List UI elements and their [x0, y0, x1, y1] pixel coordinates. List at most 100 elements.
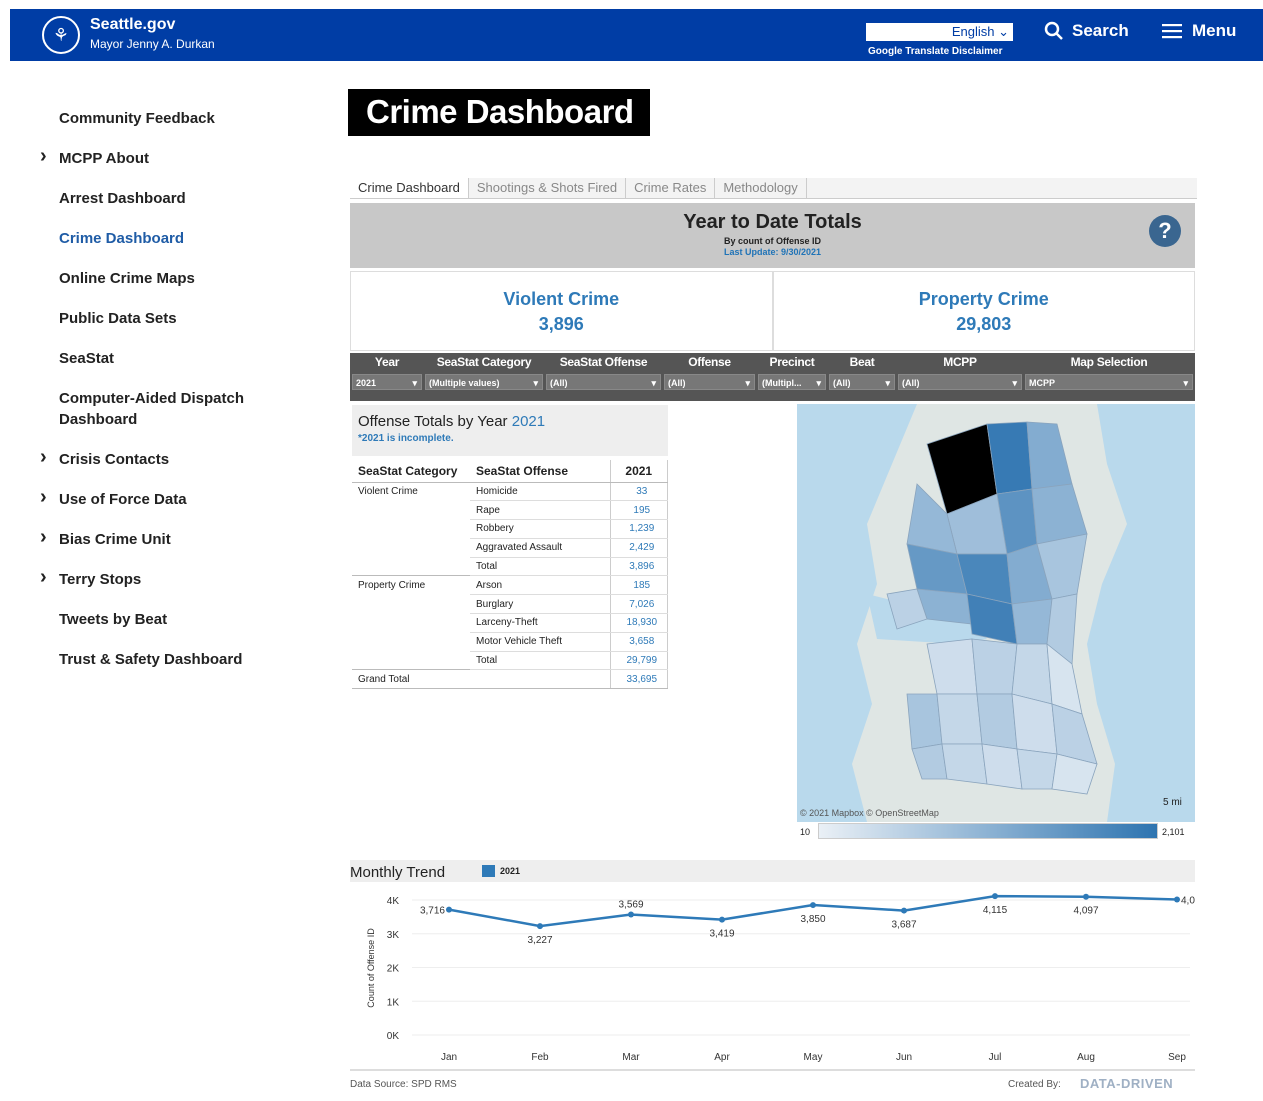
trend-title: Monthly Trend [350, 864, 446, 881]
incomplete-note: *2021 is incomplete. [358, 433, 454, 444]
filter-offense-select[interactable]: (All) [664, 374, 755, 391]
table-row: Rape 195 [352, 500, 668, 521]
data-point[interactable] [901, 907, 907, 914]
data-point[interactable] [537, 923, 543, 930]
search-label: Search [1072, 21, 1129, 40]
tab-shootings[interactable]: Shootings & Shots Fired [469, 178, 627, 198]
row-value[interactable]: 185 [609, 575, 668, 596]
color-legend-bar [818, 823, 1158, 839]
data-point[interactable] [1174, 896, 1180, 903]
filter-map-selection-select[interactable]: MCPP [1025, 374, 1193, 391]
filter-beat-select[interactable]: (All) [829, 374, 895, 391]
sidebar-item[interactable]: › MCPP About [40, 146, 260, 169]
row-value[interactable]: 7,026 [609, 594, 668, 615]
x-tick-label: Apr [714, 1052, 730, 1063]
sidebar-item[interactable]: SeaStat [40, 348, 260, 369]
crime-map[interactable] [797, 404, 1195, 822]
data-point[interactable] [628, 911, 634, 918]
data-driven-logo[interactable]: DATA-DRIVEN [1080, 1076, 1173, 1091]
chevron-right-icon[interactable]: › [40, 447, 47, 468]
sidebar-item-label: Online Crime Maps [59, 270, 195, 287]
help-icon[interactable]: ? [1149, 215, 1181, 247]
site-name[interactable]: Seattle.gov [90, 16, 175, 34]
sidebar-item[interactable]: › Crisis Contacts [40, 447, 260, 470]
sidebar-item[interactable]: Community Feedback [40, 108, 260, 129]
tab-crime-dashboard[interactable]: Crime Dashboard [350, 178, 469, 198]
filter-year-select[interactable]: 2021 [352, 374, 422, 391]
row-category [352, 501, 470, 520]
property-crime-kpi[interactable]: Property Crime 29,803 [772, 271, 1195, 351]
map-scale: 5 mi [1163, 797, 1182, 808]
mcpp-region[interactable] [941, 743, 988, 785]
sidebar-item-label: Crisis Contacts [59, 451, 170, 468]
row-value[interactable]: 1,239 [609, 519, 668, 539]
translate-disclaimer-link[interactable]: Google Translate Disclaimer [868, 46, 1003, 57]
trend-header: Monthly Trend 2021 [350, 860, 1195, 882]
mcpp-region[interactable] [1011, 598, 1053, 645]
sidebar-item-label: Computer-Aided Dispatch Dashboard [59, 390, 245, 428]
sidebar-item[interactable]: Trust & Safety Dashboard [40, 649, 260, 670]
chevron-right-icon[interactable]: › [40, 146, 47, 167]
filter-seastat-category-select[interactable]: (Multiple values) [425, 374, 543, 391]
map-credit: © 2021 Mapbox © OpenStreetMap [800, 808, 939, 818]
filter-precinct-select[interactable]: (Multipl... [758, 374, 826, 391]
sidebar-item[interactable]: Computer-Aided Dispatch Dashboard [40, 388, 260, 430]
row-value[interactable]: 3,896 [609, 557, 668, 577]
mcpp-region[interactable] [981, 743, 1023, 790]
row-value[interactable]: 195 [609, 500, 668, 521]
created-by: Created By: [1008, 1079, 1061, 1090]
data-point[interactable] [992, 893, 998, 900]
mcpp-region[interactable] [936, 693, 983, 745]
filter-bar: Year 2021 SeaStat Category (Multiple val… [350, 353, 1195, 401]
mcpp-region[interactable] [1011, 643, 1053, 705]
sidebar-item[interactable]: › Terry Stops [40, 567, 260, 590]
data-label: 3,687 [891, 920, 916, 931]
data-point[interactable] [446, 906, 452, 913]
row-value[interactable]: 33 [609, 482, 668, 502]
data-point[interactable] [719, 916, 725, 923]
sidebar-item[interactable]: Public Data Sets [40, 308, 260, 329]
mcpp-region[interactable] [1016, 748, 1058, 790]
filter-label: SeaStat Category [436, 355, 532, 369]
row-value[interactable]: 18,930 [609, 613, 668, 633]
data-point[interactable] [810, 902, 816, 909]
sidebar-item[interactable]: › Use of Force Data [40, 487, 260, 510]
legend-swatch-2021 [482, 865, 495, 877]
grand-total-value[interactable]: 33,695 [609, 669, 668, 690]
data-point[interactable] [1083, 893, 1089, 900]
sidebar-item[interactable]: › Bias Crime Unit [40, 527, 260, 550]
row-value[interactable]: 29,799 [609, 651, 668, 671]
mcpp-region[interactable] [971, 638, 1018, 695]
tab-methodology[interactable]: Methodology [715, 178, 807, 198]
sidebar-item[interactable]: Crime Dashboard [40, 228, 260, 249]
sidebar-item[interactable]: Arrest Dashboard [40, 188, 260, 209]
choropleth-svg [797, 404, 1195, 822]
filter-mcpp-select[interactable]: (All) [898, 374, 1022, 391]
ytd-subtitle: By count of Offense ID [723, 236, 821, 246]
menu-button[interactable]: Menu [1162, 21, 1236, 41]
mcpp-region[interactable] [976, 693, 1018, 750]
language-select[interactable]: English ⌄ [866, 23, 1013, 41]
violent-crime-kpi[interactable]: Violent Crime 3,896 [350, 271, 773, 351]
search-button[interactable]: Search [1044, 21, 1129, 41]
table-row: Burglary 7,026 [352, 594, 668, 615]
tab-crime-rates[interactable]: Crime Rates [626, 178, 716, 198]
filter-seastat-offense-select[interactable]: (All) [546, 374, 661, 391]
seattle-logo-icon[interactable]: ⚘ [42, 16, 80, 54]
filter-label: Year [374, 355, 400, 369]
row-value[interactable]: 3,658 [609, 632, 668, 652]
monthly-trend-chart[interactable]: 0K 1K 2K 3K 4K Count of Offense ID Jan Feb Mar Ap… [350, 885, 1195, 1075]
sidebar-item-label: Crime Dashboard [59, 230, 185, 247]
chevron-right-icon[interactable]: › [40, 567, 47, 588]
mcpp-region[interactable] [906, 693, 943, 750]
chevron-right-icon[interactable]: › [40, 527, 47, 548]
row-value[interactable]: 2,429 [609, 538, 668, 558]
property-crime-value: 29,803 [956, 314, 1012, 334]
sidebar-item[interactable]: Tweets by Beat [40, 609, 260, 630]
sidebar-item[interactable]: Online Crime Maps [40, 268, 260, 289]
data-label: 3,227 [527, 935, 552, 946]
offense-totals-header: Offense Totals by Year 2021 *2021 is inc… [352, 405, 668, 456]
chevron-right-icon[interactable]: › [40, 487, 47, 508]
row-category [352, 595, 470, 614]
dashboard-tabs: Crime Dashboard Shootings & Shots Fired … [350, 178, 1197, 199]
